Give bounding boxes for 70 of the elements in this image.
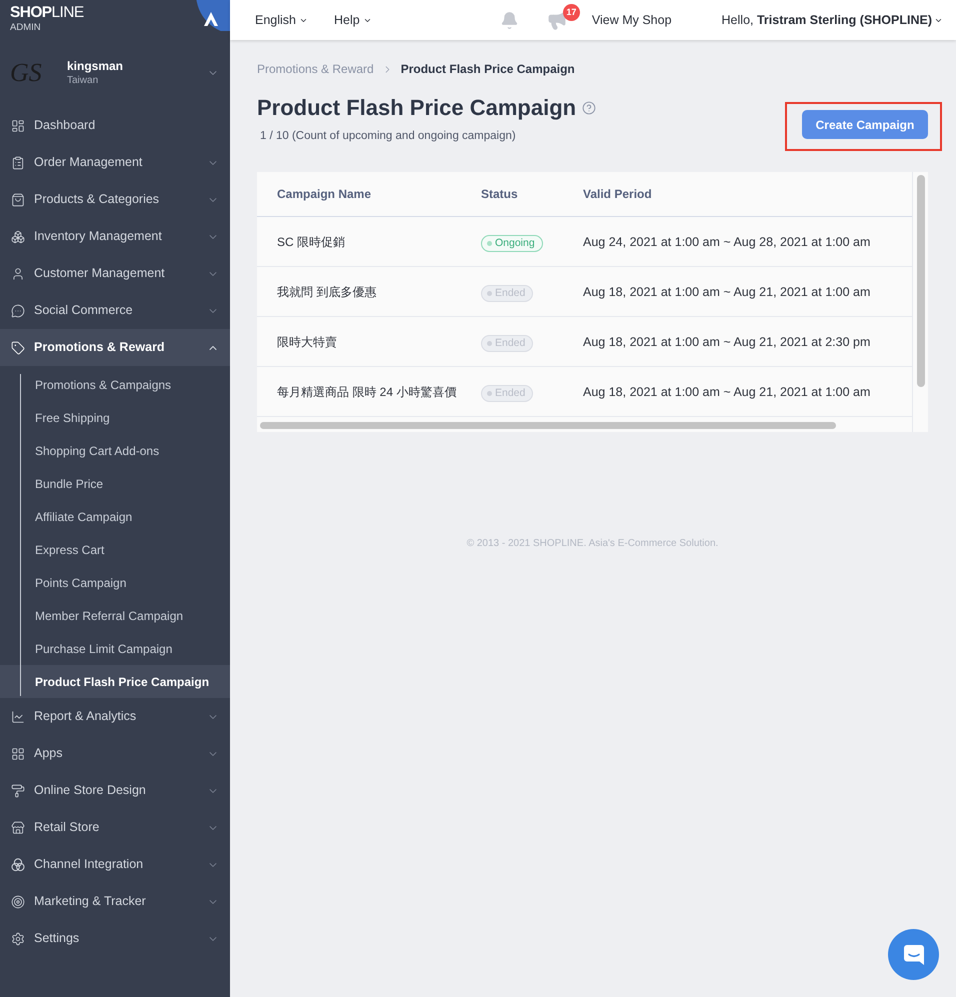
- store-name: kingsman: [67, 58, 124, 74]
- grid-icon: [11, 746, 25, 760]
- column-header: Status: [481, 187, 518, 201]
- page-title: Product Flash Price Campaign: [257, 94, 576, 122]
- column-header: Valid Period: [583, 187, 652, 201]
- table-cell: Aug 18, 2021 at 1:00 am ~ Aug 21, 2021 at 1:00 am: [583, 284, 870, 298]
- storefront-icon: [11, 820, 25, 834]
- submenu-item[interactable]: Purchase Limit Campaign: [0, 632, 230, 665]
- nav-item[interactable]: Settings: [0, 920, 230, 957]
- clipboard-icon: [11, 156, 25, 170]
- settings-icon: [11, 932, 25, 946]
- line-chart-icon: [11, 710, 25, 724]
- help-icon[interactable]: [582, 101, 596, 115]
- table-cell: Aug 18, 2021 at 1:00 am ~ Aug 21, 2021 at 1:00 am: [583, 384, 870, 398]
- shopping-bag-icon: [11, 192, 25, 206]
- nav-item[interactable]: Products & Categories: [0, 181, 230, 218]
- brand-logo[interactable]: SHOPLINE: [10, 4, 84, 22]
- megaphone-icon[interactable]: [546, 10, 568, 30]
- nav-item[interactable]: Promotions & Reward: [0, 329, 230, 366]
- circles-icon: [11, 858, 25, 872]
- nav-item[interactable]: Order Management: [0, 144, 230, 181]
- table-cell: 每月精選商品 限時 24 小時驚喜價: [277, 384, 456, 398]
- scrollbar-thumb[interactable]: [917, 175, 925, 387]
- table-cell: 限時大特賣: [277, 334, 337, 348]
- view-shop-link[interactable]: View My Shop: [592, 10, 672, 30]
- tag-icon: [11, 340, 25, 354]
- brand-tagline: ADMIN: [10, 22, 42, 33]
- nav-item[interactable]: Online Store Design: [0, 772, 230, 809]
- nav-item[interactable]: Dashboard: [0, 107, 230, 144]
- status-text: Ongoing: [495, 238, 535, 248]
- table-cell: 我就問 到底多優惠: [277, 284, 376, 298]
- nav-item[interactable]: Apps: [0, 735, 230, 772]
- chat-bubble-icon: [11, 304, 25, 318]
- submenu-item[interactable]: Affiliate Campaign: [0, 500, 230, 533]
- paint-roller-icon: [11, 784, 25, 798]
- nav-item[interactable]: Retail Store: [0, 809, 230, 846]
- table-cell: Aug 24, 2021 at 1:00 am ~ Aug 28, 2021 at 1:00 am: [583, 234, 870, 248]
- notifications-icon[interactable]: [500, 10, 519, 30]
- table-cell: Aug 18, 2021 at 1:00 am ~ Aug 21, 2021 at 2:30 pm: [583, 334, 870, 348]
- copyright-text: © 2013 - 2021 SHOPLINE. Asia's E-Commerce Solution.: [466, 537, 720, 551]
- nav-item[interactable]: Social Commerce: [0, 292, 230, 329]
- scrollbar-thumb[interactable]: [260, 422, 836, 429]
- breadcrumb-current: Product Flash Price Campaign: [400, 61, 575, 78]
- mountain-logo-icon[interactable]: [196, 0, 230, 31]
- boxes-icon: [11, 230, 25, 244]
- store-region: Taiwan: [67, 74, 100, 88]
- submenu-item[interactable]: Shopping Cart Add-ons: [0, 434, 230, 467]
- nav-item[interactable]: Report & Analytics: [0, 698, 230, 735]
- target-icon: [11, 894, 25, 908]
- submenu-item[interactable]: Points Campaign: [0, 566, 230, 599]
- nav-item[interactable]: Channel Integration: [0, 846, 230, 883]
- nav-item[interactable]: Marketing & Tracker: [0, 883, 230, 920]
- account-menu[interactable]: Hello, Tristram Sterling (SHOPLINE): [722, 10, 943, 30]
- layout-icon: [11, 118, 25, 132]
- submenu-item[interactable]: Promotions & Campaigns: [0, 368, 230, 401]
- campaign-count: 1 / 10 (Count of upcoming and ongoing campaign): [260, 129, 517, 144]
- notification-count: 17: [562, 4, 580, 21]
- submenu-item[interactable]: Member Referral Campaign: [0, 599, 230, 632]
- chat-icon: [902, 944, 924, 966]
- submenu-item[interactable]: Bundle Price: [0, 467, 230, 500]
- language-menu[interactable]: English: [255, 10, 308, 30]
- submenu-item[interactable]: Product Flash Price Campaign: [0, 665, 230, 698]
- nav-item[interactable]: Inventory Management: [0, 218, 230, 255]
- submenu-item[interactable]: Express Cart: [0, 533, 230, 566]
- help-menu[interactable]: Help: [334, 10, 372, 30]
- column-header: Campaign Name: [277, 187, 372, 201]
- table-cell: SC 限時促銷: [277, 234, 346, 248]
- person-icon: [11, 266, 25, 280]
- nav-item[interactable]: Customer Management: [0, 255, 230, 292]
- submenu-item[interactable]: Free Shipping: [0, 401, 230, 434]
